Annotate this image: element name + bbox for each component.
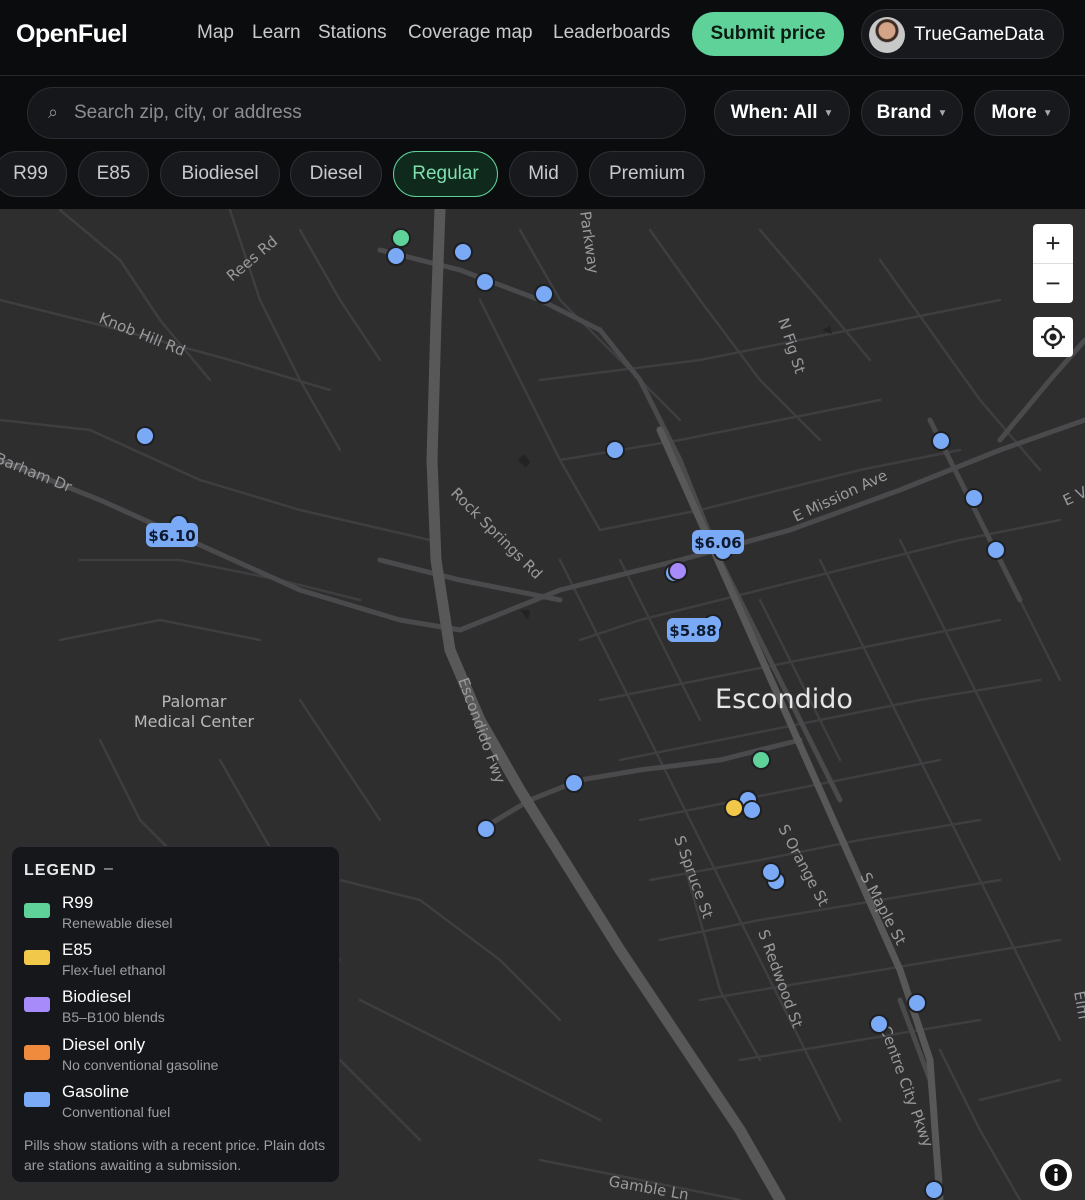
logo[interactable]: OpenFuel — [16, 20, 128, 49]
chip-regular[interactable]: Regular — [393, 151, 498, 197]
zoom-in-button[interactable]: + — [1033, 224, 1073, 263]
legend-swatch — [24, 997, 50, 1012]
legend-swatch — [24, 1045, 50, 1060]
chip-biodiesel[interactable]: Biodiesel — [160, 151, 280, 197]
legend-label: Biodiesel — [62, 987, 131, 1006]
station-marker[interactable] — [924, 1180, 944, 1200]
info-button[interactable] — [1040, 1159, 1072, 1191]
chip-diesel[interactable]: Diesel — [290, 151, 382, 197]
station-marker[interactable] — [475, 272, 495, 292]
legend-swatch — [24, 950, 50, 965]
legend-title: LEGEND — [24, 862, 97, 879]
locate-button[interactable] — [1033, 317, 1073, 357]
legend-item-diesel-only: Diesel only No conventional gasoline — [24, 1035, 324, 1077]
nav-learn[interactable]: Learn — [252, 22, 301, 44]
zoom-control: + − — [1033, 224, 1073, 303]
chip-premium[interactable]: Premium — [589, 151, 705, 197]
legend-item-gasoline: Gasoline Conventional fuel — [24, 1082, 324, 1124]
price-pill[interactable]: $5.88 — [667, 618, 719, 642]
legend-sublabel: Renewable diesel — [62, 915, 173, 931]
nav-stations[interactable]: Stations — [318, 22, 387, 44]
station-marker-e85[interactable] — [724, 798, 744, 818]
legend-sublabel: No conventional gasoline — [62, 1057, 219, 1073]
station-marker[interactable] — [742, 800, 762, 820]
station-marker[interactable] — [869, 1014, 889, 1034]
legend-item-r99: R99 Renewable diesel — [24, 893, 324, 935]
station-marker[interactable] — [386, 246, 406, 266]
station-marker[interactable] — [986, 540, 1006, 560]
legend-collapse-button[interactable]: – — [104, 860, 113, 878]
station-marker[interactable] — [907, 993, 927, 1013]
chip-mid[interactable]: Mid — [509, 151, 578, 197]
price-pill[interactable]: $6.06 — [692, 530, 744, 554]
legend-note: Pills show stations with a recent price.… — [24, 1137, 326, 1173]
price-pill-label: $6.10 — [148, 527, 195, 545]
avatar — [869, 17, 905, 53]
chevron-down-icon: ▼ — [937, 107, 948, 119]
station-marker[interactable] — [761, 862, 781, 882]
station-marker-biodiesel[interactable] — [668, 561, 688, 581]
station-marker[interactable] — [476, 819, 496, 839]
filter-bar: ⌕ When: All ▼ Brand ▼ More ▼ R99 E85 Biodie… — [0, 76, 1085, 209]
nav-map[interactable]: Map — [197, 22, 234, 44]
price-pill-label: $5.88 — [669, 622, 716, 640]
when-dropdown[interactable]: When: All ▼ — [714, 90, 850, 136]
brand-dropdown[interactable]: Brand ▼ — [861, 90, 963, 136]
legend-panel: LEGEND – R99 Renewable diesel E85 Flex-f… — [11, 846, 340, 1183]
username: TrueGameData — [914, 24, 1045, 45]
price-pill[interactable]: $6.10 — [146, 523, 198, 547]
station-marker-r99[interactable] — [751, 750, 771, 770]
nav-coverage-map[interactable]: Coverage map — [408, 22, 533, 44]
station-marker[interactable] — [135, 426, 155, 446]
legend-label: R99 — [62, 893, 94, 912]
chevron-down-icon: ▼ — [823, 107, 834, 119]
search-icon: ⌕ — [48, 102, 59, 122]
zoom-out-button[interactable]: − — [1033, 264, 1073, 303]
station-marker-r99[interactable] — [391, 228, 411, 248]
nav-leaderboards[interactable]: Leaderboards — [553, 22, 670, 44]
legend-label: Diesel only — [62, 1035, 146, 1054]
locate-icon — [1041, 325, 1065, 349]
legend-item-e85: E85 Flex-fuel ethanol — [24, 940, 324, 982]
station-marker[interactable] — [605, 440, 625, 460]
station-marker[interactable] — [964, 488, 984, 508]
station-marker[interactable] — [534, 284, 554, 304]
legend-label: E85 — [62, 940, 93, 959]
legend-item-biodiesel: Biodiesel B5–B100 blends — [24, 987, 324, 1029]
station-marker[interactable] — [453, 242, 473, 262]
station-marker[interactable] — [931, 431, 951, 451]
legend-sublabel: Flex-fuel ethanol — [62, 962, 166, 978]
legend-label: Gasoline — [62, 1082, 130, 1101]
legend-sublabel: B5–B100 blends — [62, 1009, 165, 1025]
legend-swatch — [24, 903, 50, 918]
search-box[interactable]: ⌕ — [27, 87, 686, 139]
chip-r99[interactable]: R99 — [0, 151, 67, 197]
top-bar: OpenFuel Map Learn Stations Coverage map… — [0, 0, 1085, 76]
submit-price-button[interactable]: Submit price — [692, 12, 844, 56]
legend-swatch — [24, 1092, 50, 1107]
price-pill-label: $6.06 — [694, 534, 741, 552]
search-input[interactable] — [74, 88, 674, 138]
when-label: When: All — [730, 102, 818, 123]
station-marker[interactable] — [564, 773, 584, 793]
more-dropdown[interactable]: More ▼ — [974, 90, 1070, 136]
more-label: More — [991, 102, 1037, 123]
legend-sublabel: Conventional fuel — [62, 1104, 171, 1120]
chevron-down-icon: ▼ — [1042, 107, 1053, 119]
chip-e85[interactable]: E85 — [78, 151, 149, 197]
brand-label: Brand — [876, 102, 932, 123]
user-menu[interactable]: TrueGameData — [861, 9, 1064, 59]
info-icon — [1045, 1164, 1067, 1186]
